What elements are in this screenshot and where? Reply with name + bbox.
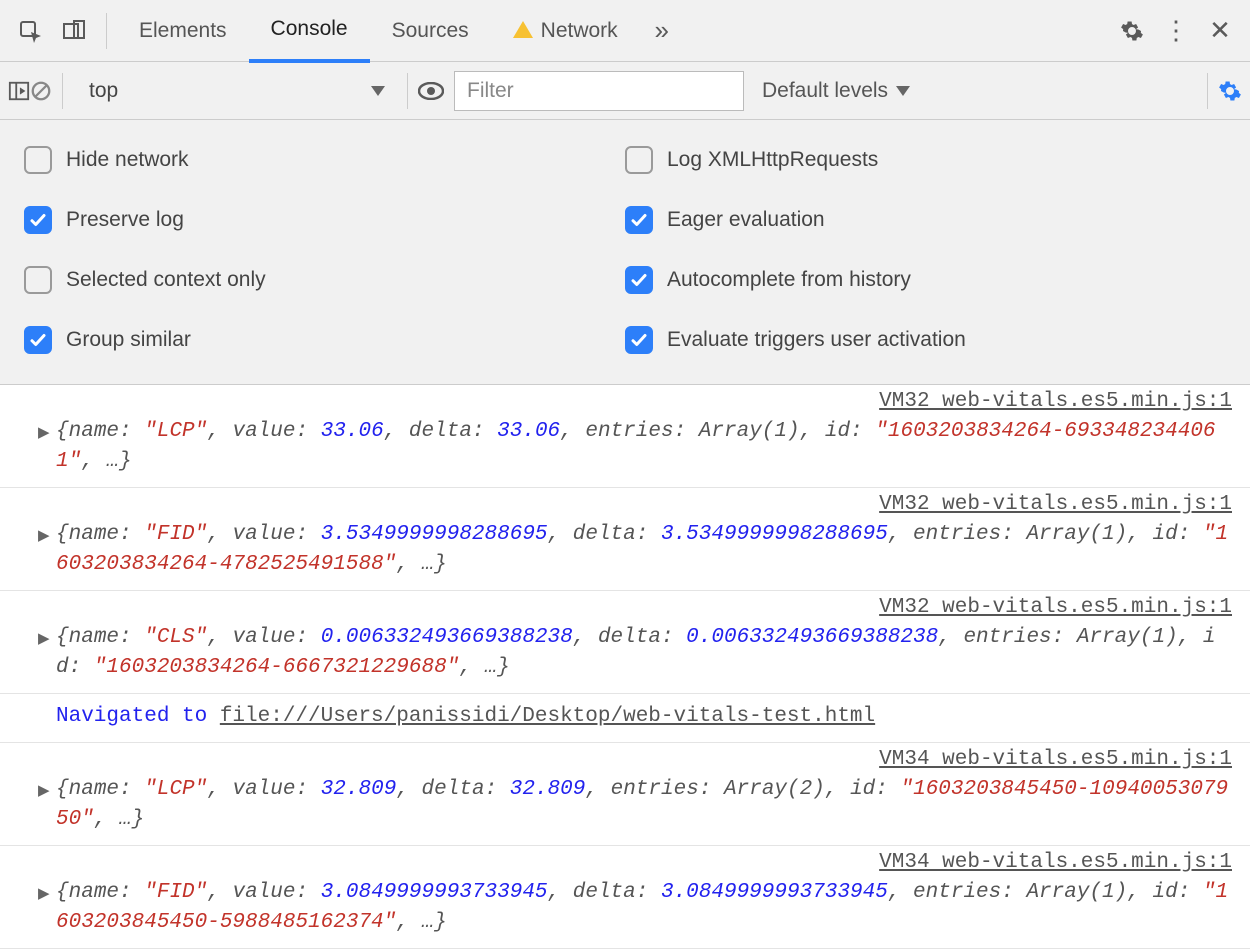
device-toolbar-icon[interactable]: [52, 9, 96, 53]
kebab-menu-icon[interactable]: ⋮: [1154, 9, 1198, 53]
log-levels-label: Default levels: [762, 79, 888, 103]
log-object[interactable]: {name: "FID", value: 3.0849999993733945,…: [56, 878, 1238, 938]
live-expression-icon[interactable]: [418, 82, 444, 100]
chevron-down-icon: [896, 86, 910, 96]
option-label: Preserve log: [66, 208, 184, 232]
log-object[interactable]: {name: "FID", value: 3.5349999998288695,…: [56, 520, 1238, 580]
tab-label: Console: [271, 0, 348, 59]
option-hide-network[interactable]: Hide network: [24, 146, 625, 174]
checkbox-icon: [625, 266, 653, 294]
console-log-row[interactable]: VM32 web-vitals.es5.min.js:1 ▶ {name: "LCP…: [0, 385, 1250, 488]
log-object[interactable]: {name: "LCP", value: 33.06, delta: 33.06…: [56, 417, 1238, 477]
log-object[interactable]: {name: "CLS", value: 0.00633249366938823…: [56, 623, 1238, 683]
toggle-sidebar-icon[interactable]: [8, 80, 30, 102]
console-filter-bar: top Default levels: [0, 62, 1250, 120]
nav-url[interactable]: file:///Users/panissidi/Desktop/web-vita…: [220, 705, 875, 728]
tab-label: Elements: [139, 1, 227, 61]
console-settings-panel: Hide network Preserve log Selected context…: [0, 120, 1250, 385]
option-label: Group similar: [66, 328, 191, 352]
tab-label: Network: [541, 1, 618, 61]
warning-icon: [513, 21, 533, 38]
expand-arrow-icon[interactable]: ▶: [38, 423, 50, 442]
option-label: Eager evaluation: [667, 208, 825, 232]
option-group-similar[interactable]: Group similar: [24, 326, 625, 354]
expand-arrow-icon[interactable]: ▶: [38, 884, 50, 903]
console-log-row[interactable]: VM34 web-vitals.es5.min.js:1 ▶ {name: "FID…: [0, 846, 1250, 949]
checkbox-icon: [24, 326, 52, 354]
option-eval-user-activate[interactable]: Evaluate triggers user activation: [625, 326, 1226, 354]
option-label: Autocomplete from history: [667, 268, 911, 292]
context-selector[interactable]: top: [77, 72, 397, 110]
nav-label: Navigated to: [56, 705, 220, 728]
source-link[interactable]: VM34 web-vitals.es5.min.js:1: [56, 848, 1238, 878]
checkbox-icon: [625, 206, 653, 234]
inspect-icon[interactable]: [8, 9, 52, 53]
source-link[interactable]: VM32 web-vitals.es5.min.js:1: [56, 387, 1238, 417]
console-log-row[interactable]: VM32 web-vitals.es5.min.js:1 ▶ {name: "CLS…: [0, 591, 1250, 694]
divider: [106, 13, 107, 49]
devtools-tabs: Elements Console Sources Network: [117, 0, 640, 63]
console-settings-gear-icon[interactable]: [1218, 79, 1242, 103]
tab-network[interactable]: Network: [491, 0, 640, 63]
checkbox-icon: [24, 146, 52, 174]
option-label: Selected context only: [66, 268, 266, 292]
settings-gear-icon[interactable]: [1110, 9, 1154, 53]
source-link[interactable]: VM32 web-vitals.es5.min.js:1: [56, 593, 1238, 623]
navigation-log: Navigated to file:///Users/panissidi/Des…: [0, 694, 1250, 743]
tab-label: Sources: [392, 1, 469, 61]
clear-console-icon[interactable]: [30, 80, 52, 102]
option-preserve-log[interactable]: Preserve log: [24, 206, 625, 234]
option-autocomplete-hist[interactable]: Autocomplete from history: [625, 266, 1226, 294]
checkbox-icon: [625, 326, 653, 354]
console-log-row[interactable]: VM32 web-vitals.es5.min.js:1 ▶ {name: "FID…: [0, 488, 1250, 591]
log-object[interactable]: {name: "LCP", value: 32.809, delta: 32.8…: [56, 775, 1238, 835]
expand-arrow-icon[interactable]: ▶: [38, 526, 50, 545]
option-label: Hide network: [66, 148, 189, 172]
close-devtools-icon[interactable]: ✕: [1198, 9, 1242, 53]
expand-arrow-icon[interactable]: ▶: [38, 781, 50, 800]
checkbox-icon: [24, 266, 52, 294]
source-link[interactable]: VM32 web-vitals.es5.min.js:1: [56, 490, 1238, 520]
chevron-down-icon: [371, 86, 385, 96]
console-log-row[interactable]: VM34 web-vitals.es5.min.js:1 ▶ {name: "LCP…: [0, 743, 1250, 846]
option-log-xhr[interactable]: Log XMLHttpRequests: [625, 146, 1226, 174]
console-log-list: VM32 web-vitals.es5.min.js:1 ▶ {name: "LCP…: [0, 385, 1250, 949]
expand-arrow-icon[interactable]: ▶: [38, 629, 50, 648]
context-label: top: [89, 79, 118, 103]
tab-sources[interactable]: Sources: [370, 0, 491, 63]
option-label: Log XMLHttpRequests: [667, 148, 878, 172]
devtools-tab-bar: Elements Console Sources Network » ⋮ ✕: [0, 0, 1250, 62]
option-label: Evaluate triggers user activation: [667, 328, 966, 352]
log-levels-selector[interactable]: Default levels: [762, 79, 910, 103]
option-selected-context[interactable]: Selected context only: [24, 266, 625, 294]
checkbox-icon: [625, 146, 653, 174]
tab-elements[interactable]: Elements: [117, 0, 249, 63]
overflow-tabs-icon[interactable]: »: [640, 9, 684, 53]
source-link[interactable]: VM34 web-vitals.es5.min.js:1: [56, 745, 1238, 775]
option-eager-eval[interactable]: Eager evaluation: [625, 206, 1226, 234]
filter-input[interactable]: [454, 71, 744, 111]
tab-console[interactable]: Console: [249, 0, 370, 63]
checkbox-icon: [24, 206, 52, 234]
